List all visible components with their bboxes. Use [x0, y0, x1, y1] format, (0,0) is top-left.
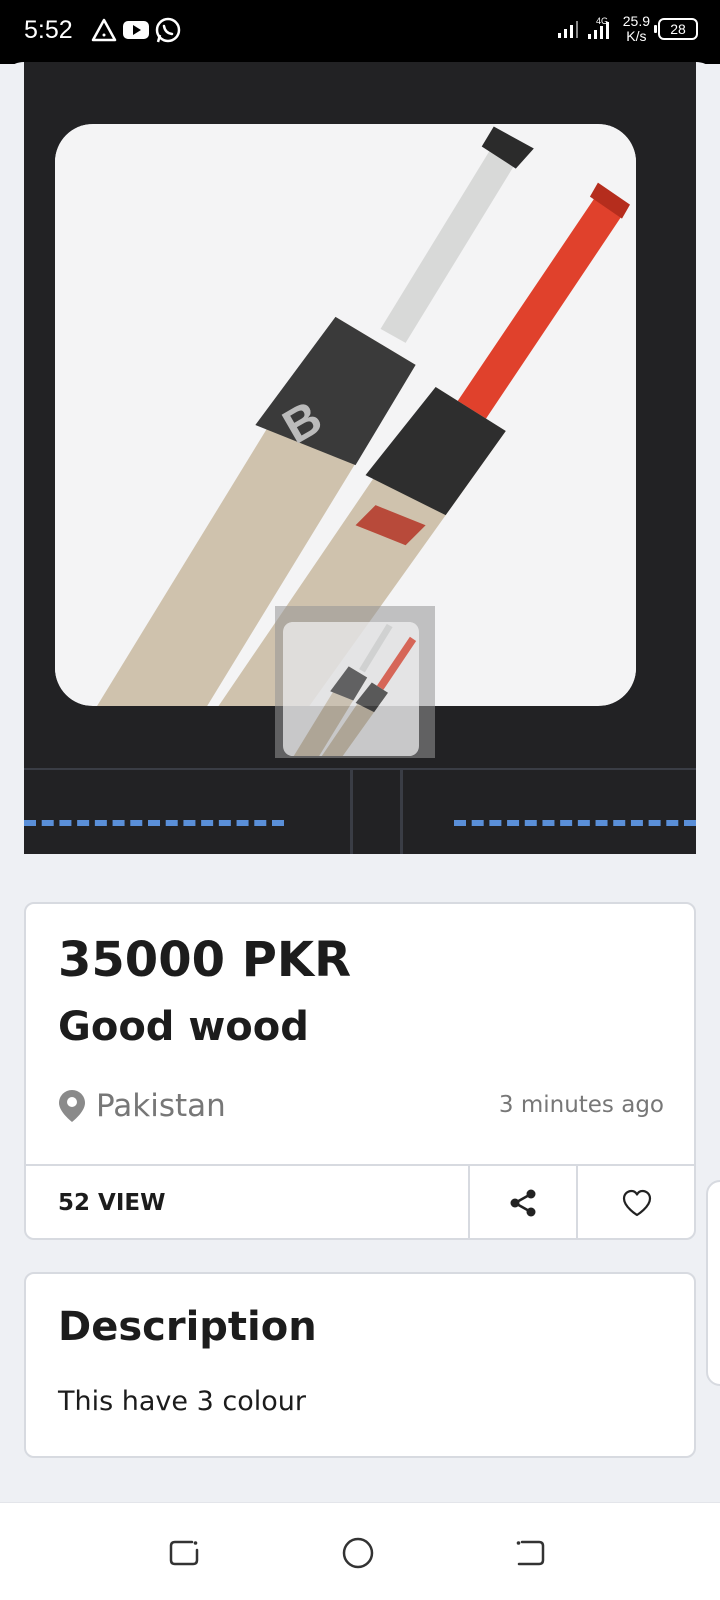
4g-signal-icon: 4G [587, 16, 609, 39]
thumbnail-strip [275, 606, 435, 758]
heart-icon [622, 1189, 652, 1217]
status-time: 5:52 [24, 16, 73, 44]
description-text: This have 3 colour [58, 1386, 306, 1417]
side-sheet-peek[interactable] [706, 1180, 720, 1386]
back-icon [516, 1540, 545, 1566]
description-heading: Description [58, 1304, 317, 1350]
youtube-icon [123, 21, 149, 39]
warning-icon [91, 18, 117, 42]
location-pin-icon [59, 1090, 85, 1122]
status-icons-left [90, 16, 182, 44]
favorite-button[interactable] [578, 1166, 696, 1240]
net-speed: 25.9 K/s [623, 14, 650, 44]
description-card: Description This have 3 colour [24, 1272, 696, 1458]
share-icon [510, 1189, 536, 1217]
back-button[interactable] [508, 1531, 552, 1575]
status-icons-right: 4G 25.9 K/s 28 [557, 14, 698, 44]
listing-location: Pakistan [58, 1088, 226, 1124]
thumbnail-image [284, 622, 418, 756]
image-gallery[interactable]: B [24, 62, 696, 854]
recents-icon [169, 1540, 199, 1566]
system-nav-bar [0, 1502, 720, 1600]
listing-sheet: B 35000 PKR Good wood Pakistan 3 minutes… [0, 62, 720, 1502]
thumbnail-selected[interactable] [283, 622, 419, 756]
listing-title: Good wood [58, 1004, 309, 1050]
whatsapp-icon [155, 17, 181, 43]
share-button[interactable] [470, 1166, 576, 1240]
listing-price: 35000 PKR [58, 932, 352, 988]
view-count: 52 VIEW [58, 1190, 166, 1216]
location-text: Pakistan [96, 1088, 226, 1124]
net-speed-value: 25.9 [622, 13, 650, 29]
home-icon [342, 1537, 374, 1569]
battery-icon: 28 [654, 18, 698, 40]
posted-time: 3 minutes ago [498, 1092, 664, 1118]
listing-info-card: 35000 PKR Good wood Pakistan 3 minutes a… [24, 902, 696, 1240]
home-button[interactable] [336, 1531, 380, 1575]
signal-icon [557, 21, 578, 38]
net-speed-unit: K/s [626, 28, 647, 44]
status-bar: 5:52 4G 25.9 K/s 28 [0, 0, 720, 64]
gallery-overflow-content [24, 768, 696, 854]
recents-button[interactable] [162, 1531, 206, 1575]
